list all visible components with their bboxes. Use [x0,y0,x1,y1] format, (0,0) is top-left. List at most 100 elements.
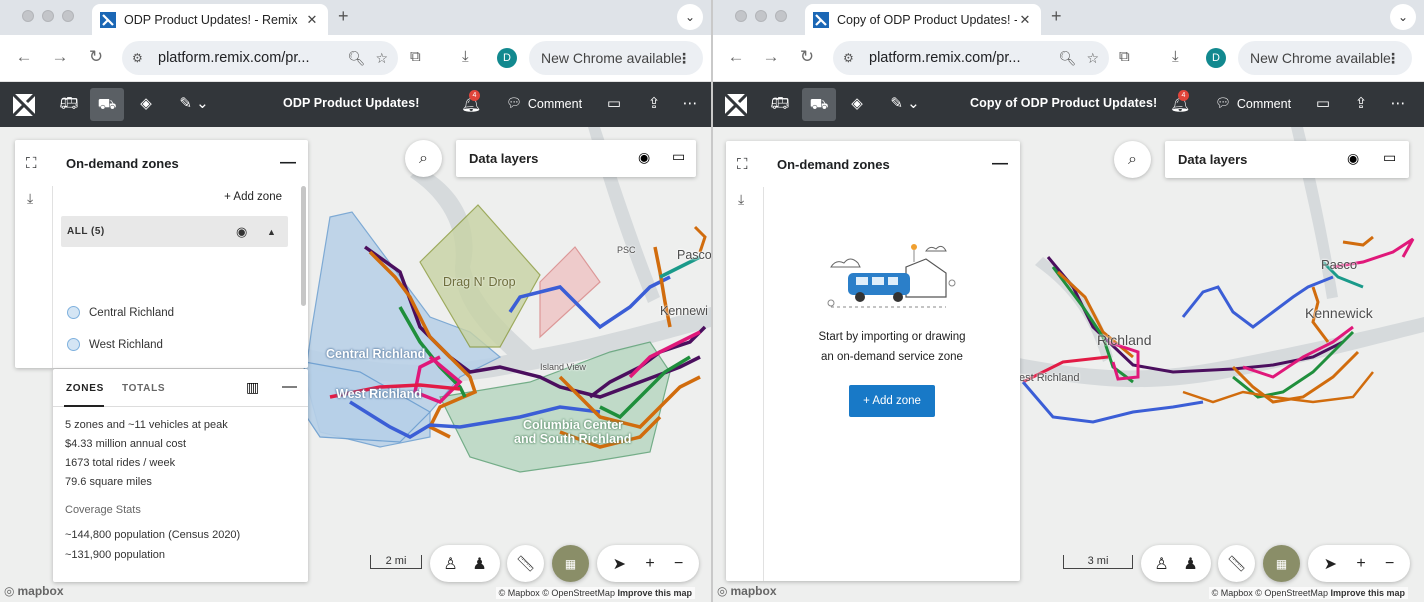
mapbox-logo[interactable]: ◎ mapbox [717,584,777,598]
zoom-in-icon[interactable]: + [1356,555,1365,573]
extensions-icon[interactable]: ⧉ [1119,48,1130,65]
zoom-icon[interactable]: 🔍︎ [1059,50,1077,67]
pegman-icon[interactable]: ♙ [443,554,457,574]
select-cursor-icon[interactable]: ➤ [613,554,626,574]
more-icon[interactable]: ⋯ [1387,94,1409,112]
collapse-panel-icon[interactable]: — [992,155,1008,173]
close-tab-icon[interactable]: ✕ [304,12,320,28]
zone-draw-icon[interactable]: ⛶ [26,155,37,172]
data-layers-panel[interactable]: Data layers ◉ ▭ [1165,141,1409,178]
on-demand-van-icon[interactable]: ⛟ [802,88,836,121]
menu-kebab-icon[interactable]: ⋮ [1386,50,1400,67]
add-zone-button[interactable]: + Add zone [849,385,935,417]
tab-zones[interactable]: ZONES [66,383,104,394]
notifications-bell-icon[interactable]: 🔔︎ 4 [1170,90,1190,114]
comment-button[interactable]: 💬︎ Comment [1215,96,1291,111]
person-icon[interactable]: ♟ [1183,554,1197,574]
more-icon[interactable]: ⋯ [679,94,701,112]
panel-scrollbar[interactable] [301,186,306,306]
improve-map-link[interactable]: Improve this map [1330,588,1405,598]
close-tab-icon[interactable]: ✕ [1017,12,1033,28]
site-info-icon[interactable]: ⚙ [843,51,861,65]
remix-logo-icon[interactable] [13,94,35,116]
remix-logo-icon[interactable] [725,94,747,116]
expand-window-icon[interactable]: ▭ [1383,149,1396,166]
map-search-button[interactable]: ⌕ [405,140,442,177]
tab-search-icon[interactable]: ⌄ [1390,4,1416,30]
layers-icon[interactable]: ◈ [846,94,868,112]
site-info-icon[interactable]: ⚙ [132,51,150,65]
tab-totals[interactable]: TOTALS [122,383,165,394]
tab-search-icon[interactable]: ⌄ [677,4,703,30]
back-icon[interactable]: ← [725,47,747,67]
url-bar[interactable]: ⚙ platform.remix.com/pr... 🔍︎ ☆ [833,41,1109,75]
draw-pen-icon[interactable]: ✎ ⌄ [885,94,925,112]
url-bar[interactable]: ⚙ platform.remix.com/pr... 🔍︎ ☆ [122,41,398,75]
comment-button[interactable]: 💬︎ Comment [506,96,582,111]
map-canvas[interactable]: Central Richland West Richland Columbia … [0,127,711,602]
on-demand-van-icon[interactable]: ⛟ [90,88,124,121]
visibility-eye-icon[interactable]: ◉ [236,224,248,240]
collapse-stats-icon[interactable]: — [282,378,298,395]
bookmark-star-icon[interactable]: ☆ [1086,50,1099,67]
measure-ruler-button[interactable]: 📏︎ [1218,545,1255,582]
person-icon[interactable]: ♟ [472,554,486,574]
zoom-icon[interactable]: 🔍︎ [348,50,366,67]
add-zone-link[interactable]: + Add zone [224,191,282,203]
window-controls[interactable] [22,10,74,22]
chart-icon[interactable]: ▥ [246,379,260,396]
new-chrome-button[interactable]: New Chrome available ⋮ [529,41,703,75]
collapse-caret-icon[interactable]: ▲ [267,227,276,237]
new-tab-icon[interactable]: + [1051,6,1062,27]
present-icon[interactable]: ▭ [1312,94,1334,112]
reload-icon[interactable]: ↻ [85,47,107,67]
layers-icon[interactable]: ◈ [135,94,157,112]
back-icon[interactable]: ← [13,47,35,67]
share-icon[interactable]: ⇪ [643,94,665,112]
import-download-icon[interactable]: ⤓ [738,191,744,208]
new-chrome-button[interactable]: New Chrome available ⋮ [1238,41,1412,75]
reload-icon[interactable]: ↻ [796,47,818,67]
zoom-out-icon[interactable]: − [674,555,683,573]
share-icon[interactable]: ⇪ [1350,94,1372,112]
menu-kebab-icon[interactable]: ⋮ [677,50,691,67]
collapse-panel-icon[interactable]: — [280,154,296,172]
bus-icon[interactable]: 🚌︎ [769,94,791,112]
data-layers-eye-icon[interactable]: ◉ [1347,150,1359,167]
select-cursor-icon[interactable]: ➤ [1324,554,1337,574]
satellite-toggle[interactable]: ▦ [1263,545,1300,582]
improve-map-link[interactable]: Improve this map [617,588,692,598]
attribution-text[interactable]: © Mapbox © OpenStreetMap [499,588,615,598]
present-icon[interactable]: ▭ [603,94,625,112]
satellite-toggle[interactable]: ▦ [552,545,589,582]
all-zones-bar[interactable]: ALL (5) ◉ ▲ [61,216,288,247]
expand-window-icon[interactable]: ▭ [672,148,685,165]
map-canvas[interactable]: Richland est Richland Pasco Kennewick ⛶ … [713,127,1424,602]
zone-list-item[interactable]: Central Richland [67,306,174,319]
browser-tab[interactable]: Copy of ODP Product Updates! - Remix ✕ [805,4,1041,35]
new-tab-icon[interactable]: + [338,6,349,27]
data-layers-eye-icon[interactable]: ◉ [638,149,650,166]
download-icon[interactable]: ⤓ [1172,48,1179,65]
extensions-icon[interactable]: ⧉ [410,48,421,65]
mapbox-logo[interactable]: ◎ mapbox [4,584,64,598]
browser-tab[interactable]: ODP Product Updates! - Remix ✕ [92,4,328,35]
profile-avatar[interactable]: D [1206,48,1226,68]
zone-list-item[interactable]: West Richland [67,338,163,351]
notifications-bell-icon[interactable]: 🔔︎ 4 [461,90,481,114]
forward-icon[interactable]: → [49,47,71,67]
map-search-button[interactable]: ⌕ [1114,141,1151,178]
measure-ruler-button[interactable]: 📏︎ [507,545,544,582]
data-layers-panel[interactable]: Data layers ◉ ▭ [456,140,696,177]
forward-icon[interactable]: → [760,47,782,67]
zoom-in-icon[interactable]: + [645,555,654,573]
pegman-icon[interactable]: ♙ [1154,554,1168,574]
profile-avatar[interactable]: D [497,48,517,68]
window-controls[interactable] [735,10,787,22]
zone-draw-icon[interactable]: ⛶ [737,156,748,173]
download-icon[interactable]: ⤓ [462,48,469,65]
draw-pen-icon[interactable]: ✎ ⌄ [174,94,214,112]
bus-icon[interactable]: 🚌︎ [58,94,80,112]
zoom-out-icon[interactable]: − [1385,555,1394,573]
attribution-text[interactable]: © Mapbox © OpenStreetMap [1212,588,1328,598]
